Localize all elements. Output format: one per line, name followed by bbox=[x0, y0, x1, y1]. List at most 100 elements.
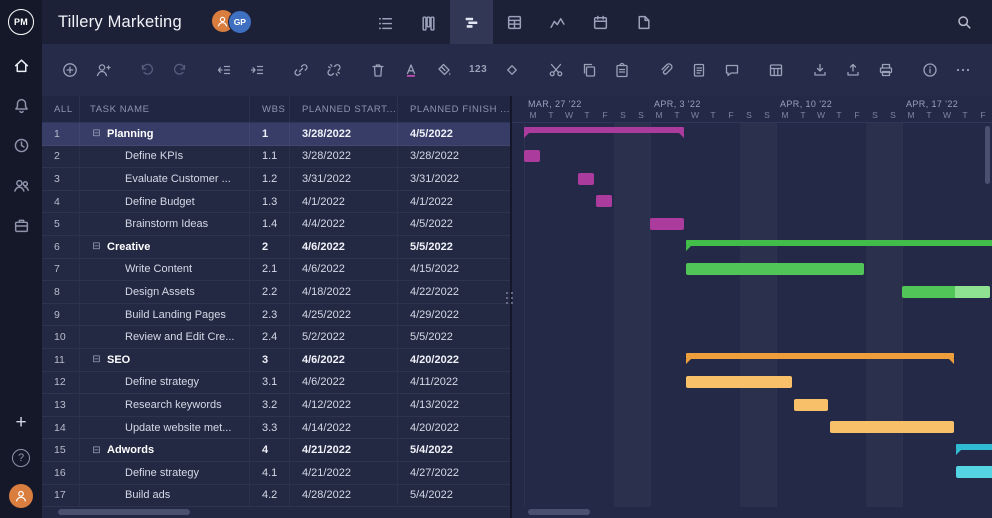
table-row[interactable]: 10 ⊟Review and Edit Cre... 2.4 5/2/2022 … bbox=[42, 326, 510, 349]
table-row[interactable]: 6 ⊟Creative 2 4/6/2022 5/5/2022 bbox=[42, 236, 510, 259]
view-activity-button[interactable] bbox=[536, 0, 579, 44]
collapse-icon[interactable]: ⊟ bbox=[90, 445, 103, 456]
table-row[interactable]: 15 ⊟Adwords 4 4/21/2022 5/4/2022 bbox=[42, 439, 510, 462]
indent-button[interactable] bbox=[247, 60, 267, 80]
table-grid-button[interactable] bbox=[766, 60, 786, 80]
comment-button[interactable] bbox=[722, 60, 742, 80]
gantt-vscrollbar[interactable] bbox=[985, 126, 990, 506]
unlink-tasks-button[interactable] bbox=[324, 60, 344, 80]
sidebar-nav bbox=[13, 57, 30, 234]
notes-button[interactable] bbox=[689, 60, 709, 80]
info-button[interactable] bbox=[920, 60, 940, 80]
cell-task-name: ⊟Build Landing Pages bbox=[80, 304, 250, 326]
table-row[interactable]: 3 ⊟Evaluate Customer ... 1.2 3/31/2022 3… bbox=[42, 168, 510, 191]
link-tasks-button[interactable] bbox=[291, 60, 311, 80]
user-avatar[interactable] bbox=[9, 484, 33, 508]
cell-task-name: ⊟Define strategy bbox=[80, 462, 250, 484]
attach-button[interactable] bbox=[656, 60, 676, 80]
copy-button[interactable] bbox=[579, 60, 599, 80]
view-calendar-button[interactable] bbox=[579, 0, 622, 44]
table-row[interactable]: 1 ⊟Planning 1 3/28/2022 4/5/2022 bbox=[42, 123, 510, 146]
sidebar-notifications-button[interactable] bbox=[13, 97, 30, 114]
redo-button[interactable] bbox=[170, 60, 190, 80]
gantt-bar[interactable] bbox=[686, 353, 954, 359]
paste-button[interactable] bbox=[612, 60, 632, 80]
more-button[interactable] bbox=[953, 60, 973, 80]
view-sheet-button[interactable] bbox=[493, 0, 536, 44]
view-board-button[interactable] bbox=[407, 0, 450, 44]
view-reports-button[interactable] bbox=[622, 0, 665, 44]
column-header-start[interactable]: PLANNED START... bbox=[290, 96, 398, 122]
collapse-icon[interactable]: ⊟ bbox=[90, 128, 103, 139]
gantt-bar[interactable] bbox=[596, 195, 612, 207]
gantt-bar[interactable] bbox=[524, 150, 540, 162]
cell-wbs: 1.1 bbox=[250, 146, 290, 168]
print-button[interactable] bbox=[876, 60, 896, 80]
assign-user-button[interactable] bbox=[93, 60, 113, 80]
gantt-hscrollbar[interactable] bbox=[512, 506, 992, 518]
gantt-bar[interactable] bbox=[686, 240, 992, 246]
sidebar-add-button[interactable]: + bbox=[15, 413, 26, 432]
column-header-all[interactable]: ALL bbox=[42, 96, 80, 122]
table-row[interactable]: 16 ⊟Define strategy 4.1 4/21/2022 4/27/2… bbox=[42, 462, 510, 485]
cell-planned-start: 4/18/2022 bbox=[290, 281, 398, 303]
cell-wbs: 3.1 bbox=[250, 372, 290, 394]
member-avatar-2[interactable]: GP bbox=[228, 10, 252, 34]
gantt-bar[interactable] bbox=[794, 399, 828, 411]
table-row[interactable]: 17 ⊟Build ads 4.2 4/28/2022 5/4/2022 bbox=[42, 485, 510, 508]
sidebar-help-button[interactable]: ? bbox=[12, 449, 30, 467]
table-hscrollbar[interactable] bbox=[42, 506, 510, 518]
table-row[interactable]: 2 ⊟Define KPIs 1.1 3/28/2022 3/28/2022 bbox=[42, 146, 510, 169]
row-number: 6 bbox=[42, 236, 80, 258]
pane-splitter[interactable] bbox=[506, 292, 513, 304]
font-color-button[interactable] bbox=[401, 60, 421, 80]
sidebar-projects-button[interactable] bbox=[13, 217, 30, 234]
view-gantt-button[interactable] bbox=[450, 0, 493, 44]
gantt-bar[interactable] bbox=[830, 421, 954, 433]
table-row[interactable]: 14 ⊟Update website met... 3.3 4/14/2022 … bbox=[42, 417, 510, 440]
collapse-icon[interactable]: ⊟ bbox=[90, 241, 103, 252]
collapse-icon[interactable]: ⊟ bbox=[90, 354, 103, 365]
table-row[interactable]: 12 ⊟Define strategy 3.1 4/6/2022 4/11/20… bbox=[42, 372, 510, 395]
table-row[interactable]: 11 ⊟SEO 3 4/6/2022 4/20/2022 bbox=[42, 349, 510, 372]
table-row[interactable]: 4 ⊟Define Budget 1.3 4/1/2022 4/1/2022 bbox=[42, 191, 510, 214]
view-list-button[interactable] bbox=[364, 0, 407, 44]
add-task-button[interactable] bbox=[60, 60, 80, 80]
table-row[interactable]: 8 ⊟Design Assets 2.2 4/18/2022 4/22/2022 bbox=[42, 281, 510, 304]
table-hscroll-thumb[interactable] bbox=[58, 509, 190, 515]
notes-icon bbox=[691, 62, 707, 78]
table-row[interactable]: 9 ⊟Build Landing Pages 2.3 4/25/2022 4/2… bbox=[42, 304, 510, 327]
column-header-task[interactable]: TASK NAME bbox=[80, 96, 250, 122]
gantt-vscroll-thumb[interactable] bbox=[985, 126, 990, 184]
row-number: 1 bbox=[42, 123, 80, 145]
search-button[interactable] bbox=[952, 10, 976, 34]
delete-task-button[interactable] bbox=[368, 60, 388, 80]
gantt-bar[interactable] bbox=[686, 263, 864, 275]
sidebar-home-button[interactable] bbox=[13, 57, 30, 74]
gantt-bar[interactable] bbox=[578, 173, 594, 185]
export-button[interactable] bbox=[843, 60, 863, 80]
cell-planned-finish: 4/1/2022 bbox=[398, 191, 510, 213]
milestone-button[interactable] bbox=[502, 60, 522, 80]
gantt-hscroll-thumb[interactable] bbox=[528, 509, 590, 515]
column-header-wbs[interactable]: WBS bbox=[250, 96, 290, 122]
gantt-bar[interactable] bbox=[524, 127, 684, 133]
sidebar-recent-button[interactable] bbox=[13, 137, 30, 154]
table-row[interactable]: 13 ⊟Research keywords 3.2 4/12/2022 4/13… bbox=[42, 394, 510, 417]
column-header-finish[interactable]: PLANNED FINISH ... bbox=[398, 96, 510, 122]
gantt-bar[interactable] bbox=[902, 286, 990, 298]
outdent-button[interactable] bbox=[214, 60, 234, 80]
numbers-button[interactable]: 123 bbox=[467, 63, 489, 77]
cell-planned-start: 3/31/2022 bbox=[290, 168, 398, 190]
undo-button[interactable] bbox=[137, 60, 157, 80]
cell-planned-finish: 4/22/2022 bbox=[398, 281, 510, 303]
import-button[interactable] bbox=[810, 60, 830, 80]
app-logo[interactable]: PM bbox=[8, 9, 34, 35]
cut-button[interactable] bbox=[546, 60, 566, 80]
gantt-bar[interactable] bbox=[650, 218, 684, 230]
table-row[interactable]: 7 ⊟Write Content 2.1 4/6/2022 4/15/2022 bbox=[42, 259, 510, 282]
sidebar-team-button[interactable] bbox=[13, 177, 30, 194]
table-row[interactable]: 5 ⊟Brainstorm Ideas 1.4 4/4/2022 4/5/202… bbox=[42, 213, 510, 236]
gantt-bar[interactable] bbox=[686, 376, 792, 388]
fill-color-button[interactable] bbox=[434, 60, 454, 80]
